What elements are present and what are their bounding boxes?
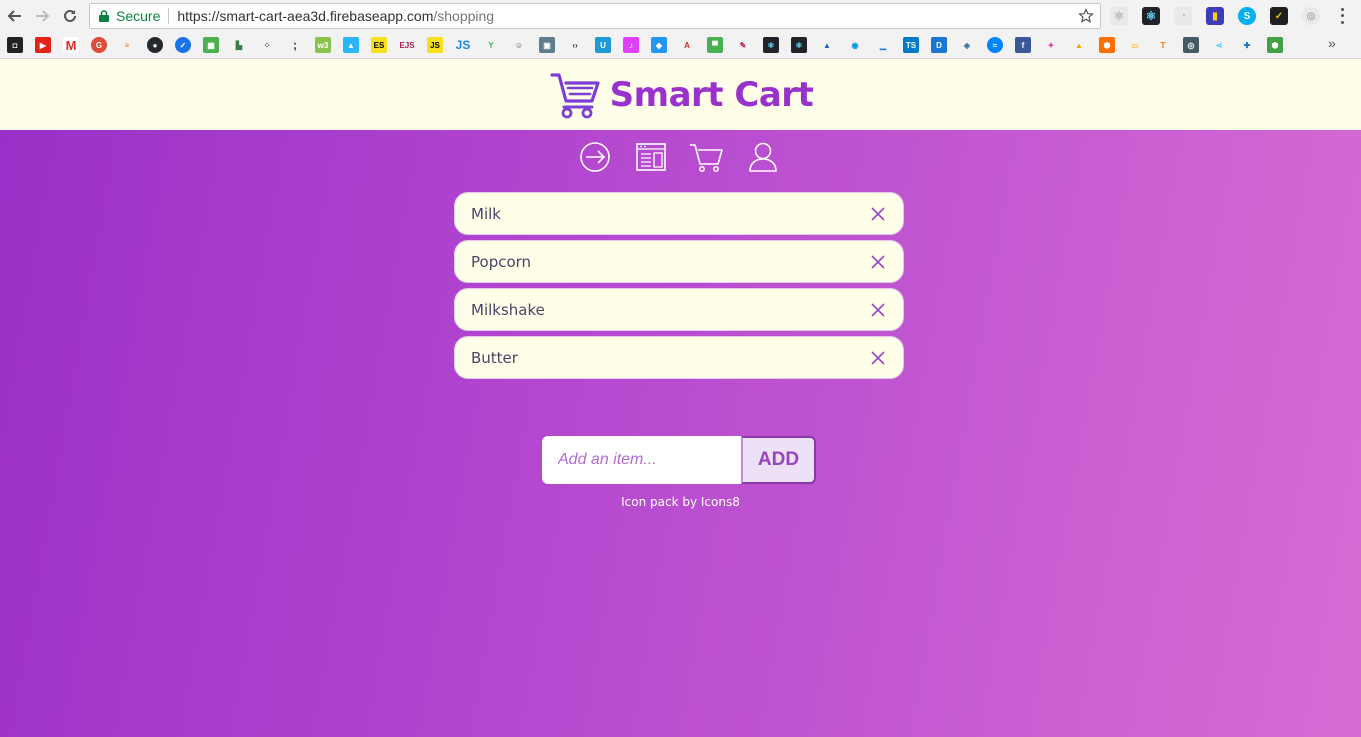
bookmark-target-icon[interactable]: ◎: [1183, 37, 1199, 53]
bookmark-gmail-icon[interactable]: M: [63, 37, 79, 53]
bookmark-pen-icon[interactable]: ✎: [735, 37, 751, 53]
reload-icon[interactable]: [59, 5, 81, 27]
bookmark-underscore-icon[interactable]: ▁: [875, 37, 891, 53]
bookmark-pill-icon[interactable]: ▭: [1127, 37, 1143, 53]
list-item: Milkshake: [454, 288, 904, 331]
list-item: Butter: [454, 336, 904, 379]
bookmark-dots-icon[interactable]: ⁘: [259, 37, 275, 53]
bookmark-github-icon[interactable]: ●: [147, 37, 163, 53]
bookmark-youtube-icon[interactable]: ▶: [35, 37, 51, 53]
bookmark-star-icon[interactable]: [1078, 8, 1094, 24]
app-main: Milk Popcorn Milkshake Butter ADD: [0, 130, 1361, 737]
bookmark-w3-icon[interactable]: w3: [315, 37, 331, 53]
brand-name: Smart Cart: [609, 74, 814, 115]
back-icon[interactable]: [4, 5, 26, 27]
bookmark-stackoverflow-icon[interactable]: ≡: [119, 37, 135, 53]
remove-item-icon[interactable]: [869, 253, 887, 271]
extension-check-icon[interactable]: ✓: [1270, 7, 1288, 25]
shopping-list: Milk Popcorn Milkshake Butter: [454, 192, 904, 384]
remove-item-icon[interactable]: [869, 301, 887, 319]
forward-icon[interactable]: [31, 5, 53, 27]
bookmark-code-icon[interactable]: ‹›: [567, 37, 583, 53]
remove-item-icon[interactable]: [869, 205, 887, 223]
brand-logo[interactable]: Smart Cart: [550, 71, 814, 119]
address-divider: [168, 8, 170, 24]
bookmark-hex-icon[interactable]: ⬢: [1099, 37, 1115, 53]
bookmark-react-icon[interactable]: ⚛: [763, 37, 779, 53]
extension-grey-circle-icon[interactable]: ◎: [1302, 7, 1320, 25]
extension-grey-clock-icon[interactable]: ◔: [1174, 7, 1192, 25]
bookmark-messenger-icon[interactable]: ≈: [987, 37, 1003, 53]
bookmark-react-2-icon[interactable]: ⚛: [791, 37, 807, 53]
bookmark-grid-icon[interactable]: ▦: [203, 37, 219, 53]
bookmark-ejs-icon[interactable]: EJS: [399, 37, 415, 53]
address-bar[interactable]: Secure https://smart-cart-aea3d.firebase…: [89, 3, 1101, 29]
lock-icon: [98, 9, 110, 23]
cart-icon[interactable]: [689, 140, 723, 174]
bookmark-jenkins-icon[interactable]: ✚: [1239, 37, 1255, 53]
sign-in-icon[interactable]: [578, 140, 612, 174]
bookmark-graphql-icon[interactable]: ✦: [1043, 37, 1059, 53]
news-icon[interactable]: [634, 140, 668, 174]
bookmark-sprout-icon[interactable]: Y: [483, 37, 499, 53]
bookmarks-bar: ◘ ▶ M G ≡ ● ✓ ▦ ▙ ⁘ ; w3 ▲ ES EJS JS JS …: [0, 32, 1361, 59]
add-item-input[interactable]: [542, 436, 741, 484]
url-host: https://smart-cart-aea3d.firebaseapp.com: [177, 8, 434, 24]
bookmark-es-icon[interactable]: ES: [371, 37, 387, 53]
bookmark-box-icon[interactable]: ▣: [539, 37, 555, 53]
bookmark-googleplus-icon[interactable]: G: [91, 37, 107, 53]
app-nav: [0, 140, 1361, 176]
list-item: Milk: [454, 192, 904, 235]
extension-blue-icon[interactable]: ▮: [1206, 7, 1224, 25]
item-name: Milk: [471, 204, 501, 223]
bookmark-tensorflow-icon[interactable]: T: [1155, 37, 1171, 53]
bookmark-cap-icon[interactable]: ▲: [343, 37, 359, 53]
bookmark-node-icon[interactable]: ⬢: [1267, 37, 1283, 53]
app-header: Smart Cart: [0, 59, 1361, 130]
extension-react-devtools-icon[interactable]: ⚛: [1142, 7, 1160, 25]
bookmark-facebook-icon[interactable]: f: [1015, 37, 1031, 53]
bookmark-check-icon[interactable]: ✓: [175, 37, 191, 53]
browser-toolbar: Secure https://smart-cart-aea3d.firebase…: [0, 0, 1361, 32]
extension-react-grey-icon[interactable]: ⚛: [1110, 7, 1128, 25]
bookmark-js-blue-icon[interactable]: JS: [455, 37, 471, 53]
secure-label: Secure: [116, 8, 161, 24]
bookmark-ts-icon[interactable]: TS: [903, 37, 919, 53]
item-name: Milkshake: [471, 300, 545, 319]
url-path: /shopping: [433, 8, 495, 24]
browser-menu-icon[interactable]: [1335, 6, 1349, 26]
bookmark-d-icon[interactable]: D: [931, 37, 947, 53]
cart-logo-icon: [550, 72, 600, 118]
bookmark-firebase-icon[interactable]: ▲: [1071, 37, 1087, 53]
bookmark-shield-icon[interactable]: ◆: [651, 37, 667, 53]
icon-credit: Icon pack by Icons8: [621, 495, 740, 509]
bookmark-hat-icon[interactable]: ▲: [819, 37, 835, 53]
bookmark-python-icon[interactable]: ◈: [959, 37, 975, 53]
remove-item-icon[interactable]: [869, 349, 887, 367]
add-item-form: ADD: [542, 436, 816, 484]
bookmark-chat-icon[interactable]: ▀: [707, 37, 723, 53]
bookmark-share-icon[interactable]: ⋖: [1211, 37, 1227, 53]
bookmark-u-icon[interactable]: U: [595, 37, 611, 53]
item-name: Butter: [471, 348, 518, 367]
bookmark-angular-icon[interactable]: A: [679, 37, 695, 53]
bookmark-js-icon[interactable]: JS: [427, 37, 443, 53]
bookmark-orb-icon[interactable]: ◉: [847, 37, 863, 53]
add-button[interactable]: ADD: [741, 436, 816, 484]
list-item: Popcorn: [454, 240, 904, 283]
bookmark-face-icon[interactable]: ☺: [511, 37, 527, 53]
profile-icon[interactable]: [746, 140, 780, 174]
bookmark-chart-icon[interactable]: ▙: [231, 37, 247, 53]
bookmarks-more-icon[interactable]: »: [1328, 35, 1336, 51]
item-name: Popcorn: [471, 252, 532, 271]
extension-skype-icon[interactable]: S: [1238, 7, 1256, 25]
bookmark-icon-1[interactable]: ◘: [7, 37, 23, 53]
bookmark-music-icon[interactable]: ♪: [623, 37, 639, 53]
bookmark-semicolon-icon[interactable]: ;: [287, 37, 303, 53]
